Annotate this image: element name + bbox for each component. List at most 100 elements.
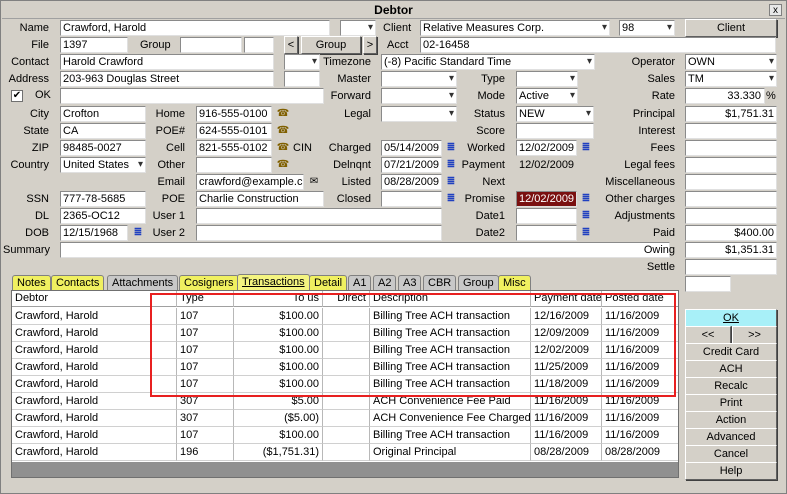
- miscellaneous-field[interactable]: [685, 174, 777, 190]
- owing-field[interactable]: $1,351.31: [685, 242, 777, 258]
- adjustments-field[interactable]: [685, 208, 777, 224]
- recalc-button[interactable]: Recalc: [685, 377, 777, 395]
- group-next-button[interactable]: >: [363, 36, 377, 54]
- state-field[interactable]: CA: [60, 123, 146, 139]
- closed-date-field[interactable]: [381, 191, 442, 207]
- table-row[interactable]: Crawford, Harold 196 ($1,751.31) Original P…: [12, 444, 678, 461]
- tab-misc[interactable]: Misc: [498, 275, 531, 291]
- tab-cbr[interactable]: CBR: [423, 275, 457, 291]
- ok-button[interactable]: OK: [685, 309, 777, 327]
- paid-field[interactable]: $400.00: [685, 225, 777, 241]
- mode-dropdown[interactable]: Active: [516, 88, 578, 104]
- settle-field[interactable]: [685, 259, 777, 275]
- home-phone-field[interactable]: 916-555-0100: [196, 106, 272, 122]
- tab-detail[interactable]: Detail: [309, 275, 348, 291]
- charged-date-field[interactable]: 05/14/2009: [381, 140, 442, 156]
- group-prev-button[interactable]: <: [284, 36, 298, 54]
- worked-date-field[interactable]: 12/02/2009: [516, 140, 577, 156]
- operator-dropdown[interactable]: OWN: [685, 54, 777, 70]
- phone-icon[interactable]: ☎: [276, 158, 290, 171]
- ssn-field[interactable]: 777-78-5685: [60, 191, 146, 207]
- tab-a3[interactable]: A3: [398, 275, 422, 291]
- forward-dropdown[interactable]: [381, 88, 457, 104]
- acct-field[interactable]: 02-16458: [420, 37, 776, 53]
- principal-field[interactable]: $1,751.31: [685, 106, 777, 122]
- tab-transactions[interactable]: Transactions: [237, 274, 310, 291]
- calendar-icon[interactable]: ≣: [444, 141, 458, 154]
- table-row[interactable]: Crawford, Harold 107 $100.00 Billing Tree A…: [12, 325, 678, 342]
- column-header-payment-date[interactable]: Payment date: [531, 291, 602, 307]
- other-phone-field[interactable]: [196, 157, 272, 173]
- zip-field[interactable]: 98485-0027: [60, 140, 146, 156]
- tab-a1[interactable]: A1: [348, 275, 372, 291]
- table-row[interactable]: Crawford, Harold 307 ($5.00) ACH Convenienc…: [12, 410, 678, 427]
- calendar-icon[interactable]: ≣: [579, 226, 593, 239]
- address-field[interactable]: 203-963 Douglas Street: [60, 71, 274, 87]
- next-record-button[interactable]: >>: [732, 326, 777, 344]
- user2-field[interactable]: [196, 225, 442, 241]
- fees-field[interactable]: [685, 140, 777, 156]
- table-row[interactable]: Crawford, Harold 307 $5.00 ACH Convenience …: [12, 393, 678, 410]
- table-row[interactable]: Crawford, Harold 107 $100.00 Billing Tree A…: [12, 376, 678, 393]
- rate-field[interactable]: 33.330: [685, 88, 765, 104]
- print-button[interactable]: Print: [685, 394, 777, 412]
- group-field[interactable]: [180, 37, 242, 53]
- date2-field[interactable]: [516, 225, 577, 241]
- name-field[interactable]: Crawford, Harold: [60, 20, 330, 36]
- help-button[interactable]: Help: [685, 462, 777, 480]
- tab-group[interactable]: Group: [458, 275, 499, 291]
- user1-field[interactable]: [196, 208, 442, 224]
- legal-fees-field[interactable]: [685, 157, 777, 173]
- table-row[interactable]: Crawford, Harold 107 $100.00 Billing Tree A…: [12, 427, 678, 444]
- tab-contacts[interactable]: Contacts: [51, 275, 105, 291]
- promise-date-field[interactable]: 12/02/2009: [516, 191, 577, 207]
- timezone-dropdown[interactable]: (-8) Pacific Standard Time: [381, 54, 595, 70]
- column-header-posted-date[interactable]: Posted date: [602, 291, 678, 307]
- calendar-icon[interactable]: ≣: [579, 192, 593, 205]
- table-row[interactable]: Crawford, Harold 107 $100.00 Billing Tree A…: [12, 308, 678, 325]
- phone-icon[interactable]: ☎: [276, 141, 290, 154]
- calendar-icon[interactable]: ≣: [444, 158, 458, 171]
- email-field[interactable]: crawford@example.ca: [196, 174, 304, 190]
- status-dropdown[interactable]: NEW: [516, 106, 594, 122]
- ok-checkbox[interactable]: ✔: [11, 90, 23, 102]
- column-header-description[interactable]: Description: [370, 291, 531, 307]
- calendar-icon[interactable]: ≣: [444, 192, 458, 205]
- other-charges-field[interactable]: [685, 191, 777, 207]
- dl-field[interactable]: 2365-OC12: [60, 208, 146, 224]
- column-header-type[interactable]: Type: [177, 291, 234, 307]
- client-dropdown[interactable]: Relative Measures Corp.: [420, 20, 610, 36]
- tab-cosigners[interactable]: Cosigners: [179, 275, 239, 291]
- client-code-dropdown[interactable]: 98: [619, 20, 675, 36]
- cell-phone-field[interactable]: 821-555-0102: [196, 140, 272, 156]
- legal-dropdown[interactable]: [381, 106, 457, 122]
- phone-icon[interactable]: ☎: [276, 107, 290, 120]
- country-dropdown[interactable]: United States: [60, 157, 146, 173]
- name-suffix-dropdown[interactable]: [340, 20, 376, 36]
- listed-date-field[interactable]: 08/28/2009: [381, 174, 442, 190]
- delnqnt-date-field[interactable]: 07/21/2009: [381, 157, 442, 173]
- contact-dropdown[interactable]: [284, 54, 320, 70]
- advanced-button[interactable]: Advanced: [685, 428, 777, 446]
- calendar-icon[interactable]: ≣: [444, 175, 458, 188]
- credit-card-button[interactable]: Credit Card: [685, 343, 777, 361]
- type-dropdown[interactable]: [516, 71, 578, 87]
- column-header-to-us[interactable]: To us: [234, 291, 323, 307]
- tab-attachments[interactable]: Attachments: [107, 275, 179, 291]
- dob-field[interactable]: 12/15/1968: [60, 225, 128, 241]
- score-field[interactable]: [516, 123, 594, 139]
- table-row[interactable]: Crawford, Harold 107 $100.00 Billing Tree A…: [12, 359, 678, 376]
- poe-phone-field[interactable]: 624-555-0101: [196, 123, 272, 139]
- sales-dropdown[interactable]: TM: [685, 71, 777, 87]
- calendar-icon[interactable]: ≣: [579, 209, 593, 222]
- interest-field[interactable]: [685, 123, 777, 139]
- tab-a2[interactable]: A2: [373, 275, 397, 291]
- column-header-debtor[interactable]: Debtor: [12, 291, 177, 307]
- phone-icon[interactable]: ☎: [276, 124, 290, 137]
- file-field[interactable]: 1397: [60, 37, 128, 53]
- column-header-direct[interactable]: Direct: [323, 291, 370, 307]
- date1-field[interactable]: [516, 208, 577, 224]
- settle-extra-field[interactable]: [685, 276, 731, 292]
- client-button[interactable]: Client: [685, 19, 777, 37]
- poe-field[interactable]: Charlie Construction: [196, 191, 324, 207]
